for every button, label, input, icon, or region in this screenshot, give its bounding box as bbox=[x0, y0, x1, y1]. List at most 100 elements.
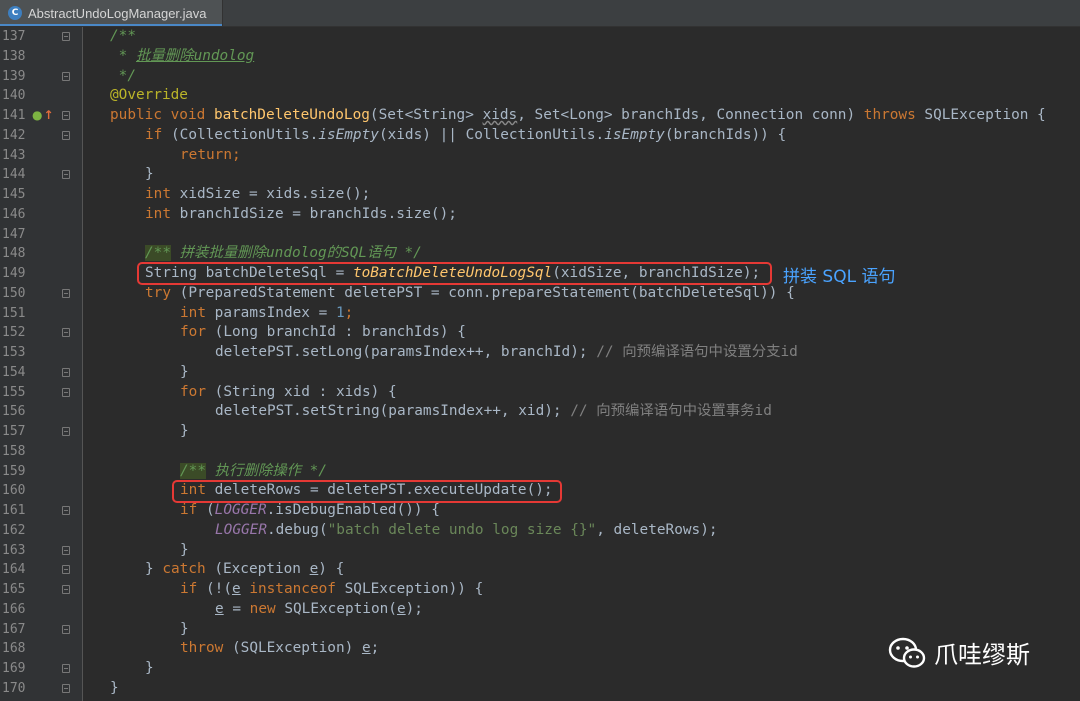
fold-marker-icon[interactable] bbox=[62, 288, 70, 298]
code-text: isEmpty bbox=[318, 126, 379, 143]
gutter-row: 159 bbox=[0, 462, 82, 482]
line-number[interactable]: 139 bbox=[2, 67, 28, 87]
line-number[interactable]: 148 bbox=[2, 244, 28, 264]
line-number[interactable]: 163 bbox=[2, 541, 28, 561]
fold-marker-icon[interactable] bbox=[62, 111, 70, 120]
code-text: */ bbox=[110, 67, 136, 84]
callout-annotation: 拼装 SQL 语句 bbox=[783, 267, 896, 287]
wechat-icon bbox=[888, 637, 926, 668]
watermark: 爪哇缪斯 bbox=[888, 635, 1030, 670]
line-number[interactable]: 170 bbox=[2, 679, 28, 699]
line-number[interactable]: 168 bbox=[2, 639, 28, 659]
line-number[interactable]: 147 bbox=[2, 225, 28, 245]
gutter-row: 150 bbox=[0, 284, 82, 304]
line-number[interactable]: 169 bbox=[2, 659, 28, 679]
code-text: } bbox=[110, 679, 119, 696]
line-number[interactable]: 161 bbox=[2, 501, 28, 521]
line-number[interactable]: 156 bbox=[2, 402, 28, 422]
code-text: if bbox=[180, 502, 198, 518]
line-number[interactable]: 159 bbox=[2, 462, 28, 482]
fold-marker-icon[interactable] bbox=[62, 585, 70, 594]
fold-marker-icon[interactable] bbox=[62, 71, 70, 81]
line-number[interactable]: 164 bbox=[2, 560, 28, 580]
line-number[interactable]: 143 bbox=[2, 146, 28, 166]
code-text: } bbox=[145, 166, 154, 183]
fold-marker-icon[interactable] bbox=[62, 170, 70, 180]
fold-marker-icon[interactable] bbox=[62, 664, 70, 673]
code-line: /** 执行删除操作 */ bbox=[0, 462, 1080, 482]
code-text: (branchIds)) { bbox=[664, 126, 787, 143]
code-line: * 批量删除undolog bbox=[0, 47, 1080, 67]
fold-marker-icon[interactable] bbox=[62, 427, 70, 436]
fold-marker-icon[interactable] bbox=[62, 387, 70, 397]
code-line: e = new SQLException(e); bbox=[0, 600, 1080, 620]
line-number[interactable]: 150 bbox=[2, 284, 28, 304]
line-number[interactable]: 149 bbox=[2, 264, 28, 284]
code-text: for bbox=[180, 324, 206, 341]
code-text: // 向预编译语句中设置事务id bbox=[570, 403, 772, 420]
code-text: LOGGER bbox=[214, 502, 267, 518]
java-class-icon: C bbox=[8, 6, 22, 20]
line-number[interactable]: 146 bbox=[2, 205, 28, 225]
fold-marker-icon[interactable] bbox=[62, 130, 70, 140]
gutter-row: 166 bbox=[0, 600, 82, 620]
code-text: /** bbox=[145, 245, 171, 262]
code-line: if (CollectionUtils.isEmpty(xids) || Col… bbox=[0, 126, 1080, 146]
fold-marker-icon[interactable] bbox=[62, 367, 70, 377]
gutter-row: 164 bbox=[0, 560, 82, 580]
code-line: int paramsIndex = 1; bbox=[0, 304, 1080, 324]
gutter-row: 168 bbox=[0, 639, 82, 659]
fold-marker-icon[interactable] bbox=[62, 624, 70, 634]
override-icon[interactable]: ●↑ bbox=[32, 108, 54, 122]
gutter-row: 170 bbox=[0, 679, 82, 699]
code-text: int bbox=[145, 205, 171, 222]
line-number[interactable]: 142 bbox=[2, 126, 28, 146]
code-text: ( bbox=[197, 502, 215, 518]
code-text: if bbox=[145, 126, 163, 143]
code-text: ) { bbox=[318, 561, 345, 578]
line-number[interactable]: 152 bbox=[2, 323, 28, 343]
line-number[interactable]: 144 bbox=[2, 165, 28, 185]
code-text: (Long branchId : branchIds) { bbox=[206, 324, 466, 341]
code-text: SQLException { bbox=[915, 107, 1046, 123]
code-text: SQLException( bbox=[275, 600, 397, 617]
code-text: (SQLException) bbox=[223, 640, 362, 657]
code-text: int bbox=[180, 304, 206, 321]
code-text: = bbox=[223, 600, 250, 617]
line-number[interactable]: 157 bbox=[2, 422, 28, 442]
watermark-text: 爪哇缪斯 bbox=[934, 641, 1030, 669]
line-number[interactable]: 145 bbox=[2, 185, 28, 205]
line-number[interactable]: 137 bbox=[2, 27, 28, 47]
line-number[interactable]: 153 bbox=[2, 343, 28, 363]
line-number[interactable]: 167 bbox=[2, 620, 28, 640]
code-text: } bbox=[180, 541, 189, 558]
line-number[interactable]: 158 bbox=[2, 442, 28, 462]
gutter-row: 151 bbox=[0, 304, 82, 324]
tab-abstract-undo-log-manager[interactable]: C AbstractUndoLogManager.java bbox=[0, 0, 223, 26]
fold-marker-icon[interactable] bbox=[62, 565, 70, 575]
code-line: return; bbox=[0, 146, 1080, 166]
fold-marker-icon[interactable] bbox=[62, 683, 70, 693]
line-number[interactable]: 154 bbox=[2, 363, 28, 383]
code-text: .isDebugEnabled()) { bbox=[266, 502, 440, 518]
line-number[interactable]: 138 bbox=[2, 47, 28, 67]
line-number[interactable]: 166 bbox=[2, 600, 28, 620]
code-text: ; bbox=[231, 146, 241, 163]
line-number[interactable]: 162 bbox=[2, 521, 28, 541]
fold-marker-icon[interactable] bbox=[62, 545, 70, 555]
fold-marker-icon[interactable] bbox=[62, 328, 70, 338]
line-number[interactable]: 165 bbox=[2, 580, 28, 600]
code-line: } bbox=[0, 422, 1080, 442]
code-text: } bbox=[180, 363, 189, 380]
code-text: .debug( bbox=[266, 521, 328, 538]
code-text: /** bbox=[110, 28, 136, 44]
line-number[interactable]: 151 bbox=[2, 304, 28, 324]
fold-marker-icon[interactable] bbox=[62, 506, 70, 515]
code-line: } bbox=[0, 541, 1080, 561]
line-number[interactable]: 155 bbox=[2, 383, 28, 403]
line-number[interactable]: 160 bbox=[2, 481, 28, 501]
line-number[interactable]: 141 bbox=[2, 106, 28, 126]
line-number[interactable]: 140 bbox=[2, 86, 28, 106]
fold-marker-icon[interactable] bbox=[62, 32, 70, 41]
code-text: e bbox=[361, 640, 371, 657]
